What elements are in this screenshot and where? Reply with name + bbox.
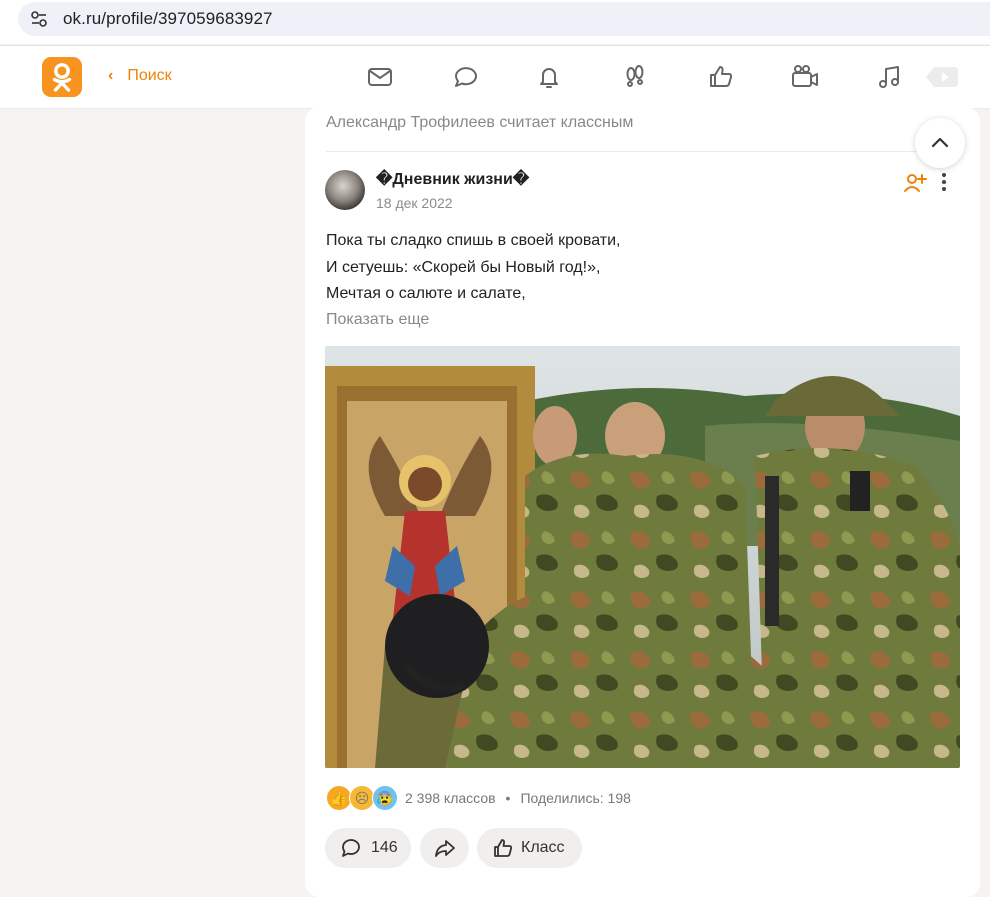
author-avatar[interactable]: [325, 170, 365, 210]
chevron-up-icon: [931, 137, 949, 148]
add-friend-icon[interactable]: [903, 171, 927, 193]
liked-by-text[interactable]: Александр Трофилеев считает классным: [326, 114, 633, 132]
post-line: Мечтая о салюте и салате,: [326, 285, 526, 302]
site-settings-icon[interactable]: [30, 10, 48, 28]
klass-count[interactable]: 2 398 классов: [405, 790, 496, 806]
comment-icon: [342, 839, 360, 857]
comments-count: 146: [371, 839, 398, 856]
divider: [326, 151, 960, 152]
more-options-icon[interactable]: [936, 171, 952, 193]
post-photo[interactable]: [325, 346, 960, 768]
likes-icon[interactable]: [706, 62, 736, 92]
notifications-icon[interactable]: [534, 62, 564, 92]
chevron-left-icon: ‹: [108, 67, 114, 84]
share-icon: [434, 840, 455, 857]
separator-dot: •: [505, 790, 511, 806]
guests-icon[interactable]: [620, 62, 650, 92]
back-label: Поиск: [127, 67, 172, 84]
messages-icon[interactable]: [365, 62, 395, 92]
scroll-to-top-button[interactable]: [915, 118, 965, 168]
post-line: Пока ты сладко спишь в своей кровати,: [326, 232, 621, 249]
play-icon[interactable]: [926, 63, 958, 91]
url-field[interactable]: ok.ru/profile/397059683927: [18, 2, 990, 36]
post-author[interactable]: �Дневник жизни�: [376, 169, 529, 189]
url-text[interactable]: ok.ru/profile/397059683927: [63, 9, 273, 29]
show-more-link[interactable]: Показать еще: [326, 311, 429, 329]
video-icon[interactable]: [790, 62, 820, 92]
shocked-emoji-icon[interactable]: 😰: [372, 785, 398, 811]
post-date[interactable]: 18 дек 2022: [376, 195, 453, 211]
klass-button[interactable]: Класс: [477, 828, 582, 868]
post-text: Пока ты сладко спишь в своей кровати, И …: [326, 228, 621, 308]
share-button[interactable]: [420, 828, 469, 868]
shares-count[interactable]: Поделились: 198: [520, 790, 630, 806]
browser-address-bar: ok.ru/profile/397059683927: [0, 0, 990, 44]
back-to-search-link[interactable]: ‹ Поиск: [108, 67, 172, 85]
ok-logo-icon[interactable]: [42, 57, 82, 97]
post-stats: 👍 ☹ 😰 2 398 классов • Поделились: 198: [326, 785, 631, 811]
post-line: И сетуешь: «Скорей бы Новый год!»,: [326, 258, 601, 276]
discussions-icon[interactable]: [450, 62, 480, 92]
thumbs-up-icon: [494, 839, 513, 857]
klass-label: Класс: [521, 839, 565, 856]
comments-button[interactable]: 146: [325, 828, 411, 868]
site-header: ‹ Поиск: [0, 45, 990, 109]
music-icon[interactable]: [875, 62, 905, 92]
